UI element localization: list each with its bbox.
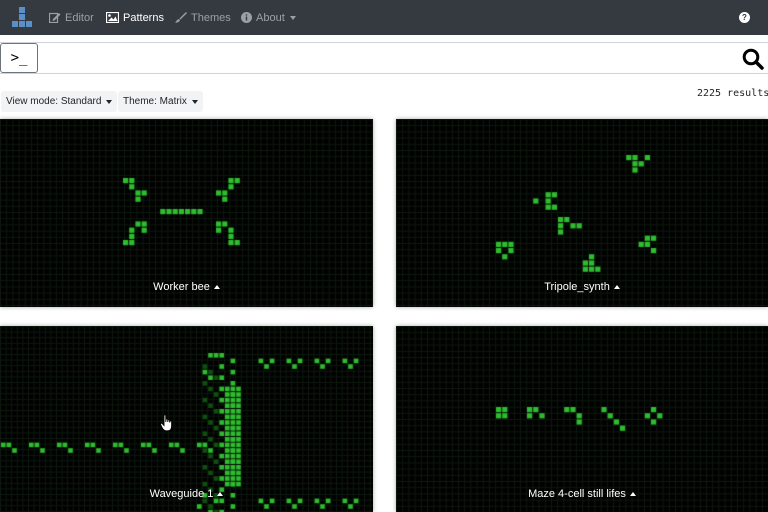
search-input[interactable]	[40, 44, 730, 72]
question-circle-icon[interactable]: ?	[739, 12, 750, 23]
nav-patterns[interactable]: Patterns	[106, 0, 164, 35]
pattern-card[interactable]: Worker bee	[0, 119, 373, 307]
pattern-card[interactable]: Maze 4-cell still lifes	[396, 326, 768, 512]
pattern-name: Tripole_synth	[544, 281, 610, 293]
nav-themes-label: Themes	[191, 11, 231, 24]
search-icon[interactable]	[742, 48, 764, 70]
view-mode-dropdown[interactable]: View mode: Standard	[1, 91, 118, 112]
pattern-name: Waveguide 1	[149, 488, 214, 500]
nav-about-label: About	[256, 11, 285, 24]
nav-about[interactable]: About	[241, 0, 296, 35]
top-navbar: Editor Patterns Themes About ?	[0, 0, 768, 35]
chevron-up-icon	[613, 285, 620, 289]
hand-pointer-icon	[160, 414, 173, 432]
pattern-card[interactable]: Tripole_synth	[396, 119, 768, 307]
info-icon	[241, 12, 252, 23]
pattern-card-title[interactable]: Tripole_synth	[396, 281, 768, 293]
chevron-up-icon	[213, 285, 220, 289]
terminal-prompt-button[interactable]: >_	[0, 43, 38, 73]
chevron-up-icon	[629, 492, 636, 496]
results-count: 2225 results	[697, 88, 768, 99]
nav-editor[interactable]: Editor	[49, 0, 94, 35]
pattern-card-title[interactable]: Maze 4-cell still lifes	[396, 488, 768, 500]
pattern-name: Maze 4-cell still lifes	[528, 488, 626, 500]
theme-dropdown[interactable]: Theme: Matrix	[118, 91, 203, 112]
brush-icon	[175, 12, 187, 23]
edit-icon	[49, 12, 61, 23]
pattern-card-title[interactable]: Waveguide 1	[0, 488, 373, 500]
chevron-down-icon	[191, 99, 198, 104]
theme-label: Theme: Matrix	[123, 96, 187, 107]
chevron-up-icon	[217, 492, 224, 496]
nav-patterns-label: Patterns	[123, 11, 164, 24]
nav-themes[interactable]: Themes	[175, 0, 231, 35]
pattern-preview	[396, 326, 768, 512]
chevron-down-icon	[289, 15, 296, 20]
pattern-preview	[0, 119, 373, 307]
pattern-preview	[0, 326, 373, 512]
search-bar: >_	[0, 42, 768, 74]
nav-editor-label: Editor	[65, 11, 94, 24]
pattern-card[interactable]: Waveguide 1	[0, 326, 373, 512]
image-icon	[106, 12, 119, 23]
pattern-card-title[interactable]: Worker bee	[0, 281, 373, 293]
view-mode-label: View mode: Standard	[6, 96, 102, 107]
pattern-name: Worker bee	[153, 281, 210, 293]
chevron-down-icon	[106, 99, 113, 104]
app-logo[interactable]	[11, 7, 32, 27]
pattern-preview	[396, 119, 768, 307]
